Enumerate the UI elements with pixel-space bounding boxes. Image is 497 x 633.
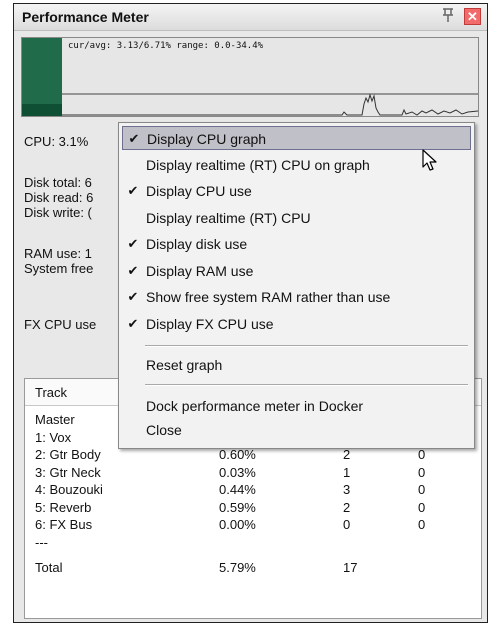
fx-cpu-text: FX CPU use [24,317,97,332]
track-cell: Total [35,560,63,575]
count-cell: 17 [343,560,358,575]
track-cell: 4: Bouzouki [35,482,103,497]
menu-item[interactable]: ✔ Display CPU graph [122,126,471,150]
track-cell: 1: Vox [35,429,72,445]
track-cell: Master [35,412,75,427]
menu-item-label: Display FX CPU use [146,315,274,332]
cpu-cell: 0.03% [219,464,256,480]
checkmark-icon: ✔ [127,262,139,278]
count-cell: 2 [343,499,351,515]
menu-item-reset-graph[interactable]: Reset graph [122,353,471,377]
count-cell: 0 [418,517,426,532]
menu-item[interactable]: ✔ Show free system RAM rather than use [122,285,471,309]
count-cell: 0 [418,464,426,480]
menu-item[interactable]: ✔ Display disk use [122,232,471,256]
menu-item-label: Show free system RAM rather than use [146,289,391,305]
pin-icon[interactable] [439,7,457,25]
count-cell: 3 [343,482,351,497]
menu-item[interactable]: Display realtime (RT) CPU [122,206,471,230]
menu-separator [145,384,468,386]
checkmark-icon: ✔ [127,236,139,251]
menu-item-dock[interactable]: Dock performance meter in Docker [122,394,471,418]
checkmark-icon: ✔ [127,315,139,331]
count-cell: 1 [343,464,351,480]
mouse-pointer-icon [422,149,438,176]
window-title: Performance Meter [22,9,149,25]
table-row[interactable]: --- [25,535,481,553]
menu-item-close[interactable]: Close [122,418,471,442]
system-free-text: System free [24,261,94,276]
title-bar[interactable]: Performance Meter ✕ [14,4,487,31]
count-cell: 0 [418,482,426,497]
checkmark-icon: ✔ [127,183,139,198]
menu-item[interactable]: ✔ Display CPU use [122,179,471,203]
track-cell: --- [35,534,48,550]
cpu-cell: 0.59% [219,499,256,515]
disk-read-text: Disk read: 6 [24,190,94,205]
menu-item-label: Display CPU graph [147,131,267,147]
cpu-graph-line [62,93,478,116]
menu-separator [145,345,468,347]
menu-item-label: Display disk use [146,236,248,252]
menu-item[interactable]: ✔ Display RAM use [122,259,471,283]
column-header-track[interactable]: Track [35,385,67,400]
track-cell: 5: Reverb [35,499,92,515]
ram-use-text: RAM use: 1 [24,246,92,261]
cpu-text: CPU: 3.1% [24,134,89,149]
track-cell: 3: Gtr Neck [35,464,101,480]
cpu-cell: 0.44% [219,482,256,497]
checkmark-icon: ✔ [127,289,139,304]
cpu-cell: 0.00% [219,517,256,532]
disk-total-text: Disk total: 6 [24,175,92,190]
menu-item[interactable]: Display realtime (RT) CPU on graph [122,153,471,177]
checkmark-icon: ✔ [128,131,140,146]
track-cell: 2: Gtr Body [35,447,101,462]
menu-item[interactable]: ✔ Display FX CPU use [122,312,471,336]
count-cell: 0 [343,517,351,532]
cpu-graph: cur/avg: 3.13/6.71% range: 0.0-34.4% [21,37,479,117]
menu-item-label: Display CPU use [146,183,252,199]
cpu-cell: 5.79% [219,560,256,575]
cpu-cell: 0.60% [219,447,256,462]
count-cell: 0 [418,447,426,462]
table-row[interactable]: 4: Bouzouki 0.44% 3 0 [25,482,481,500]
count-cell: 2 [343,447,351,462]
close-icon[interactable]: ✕ [464,8,481,25]
menu-item-label: Display realtime (RT) CPU [146,209,311,226]
disk-write-text: Disk write: ( [24,205,92,220]
count-cell: 0 [418,499,426,515]
table-row[interactable]: 5: Reverb 0.59% 2 0 [25,500,481,518]
menu-item-label: Display RAM use [146,262,254,279]
menu-item-label: Display realtime (RT) CPU on graph [146,156,370,173]
table-row[interactable]: 3: Gtr Neck 0.03% 1 0 [25,465,481,483]
track-cell: 6: FX Bus [35,517,93,532]
table-row[interactable]: Total 5.79% 17 [25,560,481,578]
table-row[interactable]: 6: FX Bus 0.00% 0 0 [25,517,481,535]
table-row[interactable]: 2: Gtr Body 0.60% 2 0 [25,447,481,465]
